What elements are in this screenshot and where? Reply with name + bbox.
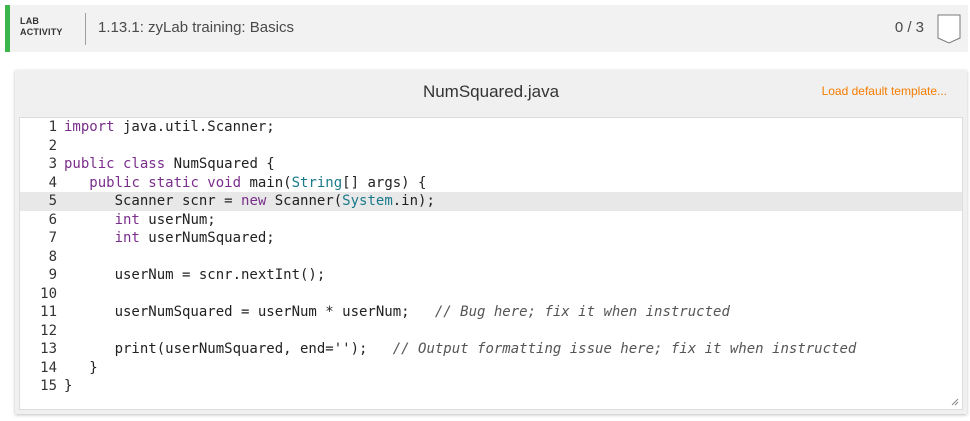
lab-title: 1.13.1: zyLab training: Basics	[98, 19, 294, 36]
line-number: 1	[48, 119, 57, 135]
code-line[interactable]: 6 int userNum;	[20, 211, 962, 230]
code-line[interactable]: 13 print(userNumSquared, end=''); // Out…	[20, 340, 962, 359]
lab-tag-line2: ACTIVITY	[20, 27, 63, 37]
code-token: System	[342, 193, 393, 209]
code-token: NumSquared {	[165, 156, 275, 172]
code-token: }	[64, 359, 98, 376]
code-token: Scanner(	[266, 193, 343, 209]
code-line[interactable]: 10	[20, 285, 962, 304]
line-number: 13	[40, 341, 57, 357]
code-token: import	[64, 119, 115, 135]
code-line[interactable]: 12	[20, 322, 962, 341]
line-code[interactable]: userNumSquared = userNum * userNum; // B…	[64, 303, 730, 322]
line-number: 9	[48, 267, 57, 283]
line-number: 3	[48, 156, 57, 172]
header-divider	[85, 13, 86, 45]
code-token: userNumSquared;	[139, 230, 275, 246]
line-code[interactable]: userNum = scnr.nextInt();	[64, 266, 326, 285]
line-number: 10	[40, 285, 57, 302]
code-line[interactable]: 14 }	[20, 359, 962, 378]
code-token: public class	[64, 156, 166, 172]
code-token: int	[114, 230, 140, 246]
code-token: int	[114, 211, 140, 228]
code-editor-panel: NumSquared.java Load default template...…	[15, 70, 967, 414]
code-token: new	[241, 193, 267, 209]
code-token: [] args) {	[342, 174, 427, 191]
line-code[interactable]: public class NumSquared {	[64, 155, 275, 174]
line-number: 14	[40, 359, 57, 376]
line-number: 15	[40, 378, 57, 394]
line-code[interactable]: public static void main(String[] args) {	[64, 174, 426, 193]
code-token: public static void	[89, 174, 242, 191]
code-line[interactable]: 3 public class NumSquared {	[20, 155, 962, 174]
line-number: 12	[40, 322, 57, 339]
score-badge-icon	[937, 14, 961, 44]
line-number: 6	[48, 211, 57, 228]
line-number: 7	[48, 230, 57, 246]
code-line[interactable]: 1 import java.util.Scanner;	[20, 118, 962, 137]
code-line[interactable]: 15}	[20, 377, 962, 396]
code-line[interactable]: 11 userNumSquared = userNum * userNum; /…	[20, 303, 962, 322]
code-token: userNum;	[139, 211, 216, 228]
line-code[interactable]: Scanner scnr = new Scanner(System.in);	[64, 192, 435, 211]
code-line[interactable]: 5 Scanner scnr = new Scanner(System.in);	[20, 192, 962, 211]
code-token: .in);	[392, 193, 435, 209]
line-code[interactable]: print(userNumSquared, end=''); // Output…	[64, 340, 857, 359]
load-default-template-link[interactable]: Load default template...	[822, 84, 947, 99]
line-number: 8	[48, 248, 57, 265]
code-token: userNumSquared = userNum * userNum;	[64, 304, 435, 320]
code-token: }	[64, 378, 73, 394]
line-number: 11	[40, 304, 57, 320]
code-editor[interactable]: 1 import java.util.Scanner; 2 3 public class…	[19, 117, 963, 410]
code-token: userNum = scnr.nextInt();	[64, 267, 326, 283]
resize-grip-icon[interactable]	[951, 398, 959, 406]
line-code[interactable]: }	[64, 359, 98, 378]
code-line[interactable]: 4 public static void main(String[] args)…	[20, 174, 962, 193]
lab-activity-header: LAB ACTIVITY 1.13.1: zyLab training: Bas…	[5, 5, 968, 52]
code-line[interactable]: 7 int userNumSquared;	[20, 229, 962, 248]
lab-activity-tag: LAB ACTIVITY	[20, 16, 63, 38]
line-code[interactable]: import java.util.Scanner;	[64, 118, 275, 137]
lab-tag-line1: LAB	[20, 16, 40, 26]
line-code[interactable]: int userNumSquared;	[64, 229, 275, 248]
lab-score: 0 / 3	[894, 19, 924, 36]
line-number: 4	[48, 174, 57, 191]
code-token: Scanner scnr =	[64, 193, 242, 209]
code-token: java.util.Scanner;	[114, 119, 275, 135]
code-token: main(	[241, 174, 292, 191]
code-line[interactable]: 2	[20, 137, 962, 156]
code-token: // Bug here; fix it when instructed	[434, 304, 730, 320]
code-token: // Output formatting issue here; fix it …	[392, 341, 857, 357]
code-token: String	[291, 174, 343, 191]
line-code[interactable]: }	[64, 377, 72, 396]
zylab-page: LAB ACTIVITY 1.13.1: zyLab training: Bas…	[0, 0, 970, 421]
code-line[interactable]: 9 userNum = scnr.nextInt();	[20, 266, 962, 285]
line-code[interactable]: int userNum;	[64, 211, 216, 230]
code-line[interactable]: 8	[20, 248, 962, 267]
line-number: 2	[48, 137, 57, 154]
line-number: 5	[48, 193, 57, 209]
code-token: print(userNumSquared, end='');	[64, 341, 393, 357]
